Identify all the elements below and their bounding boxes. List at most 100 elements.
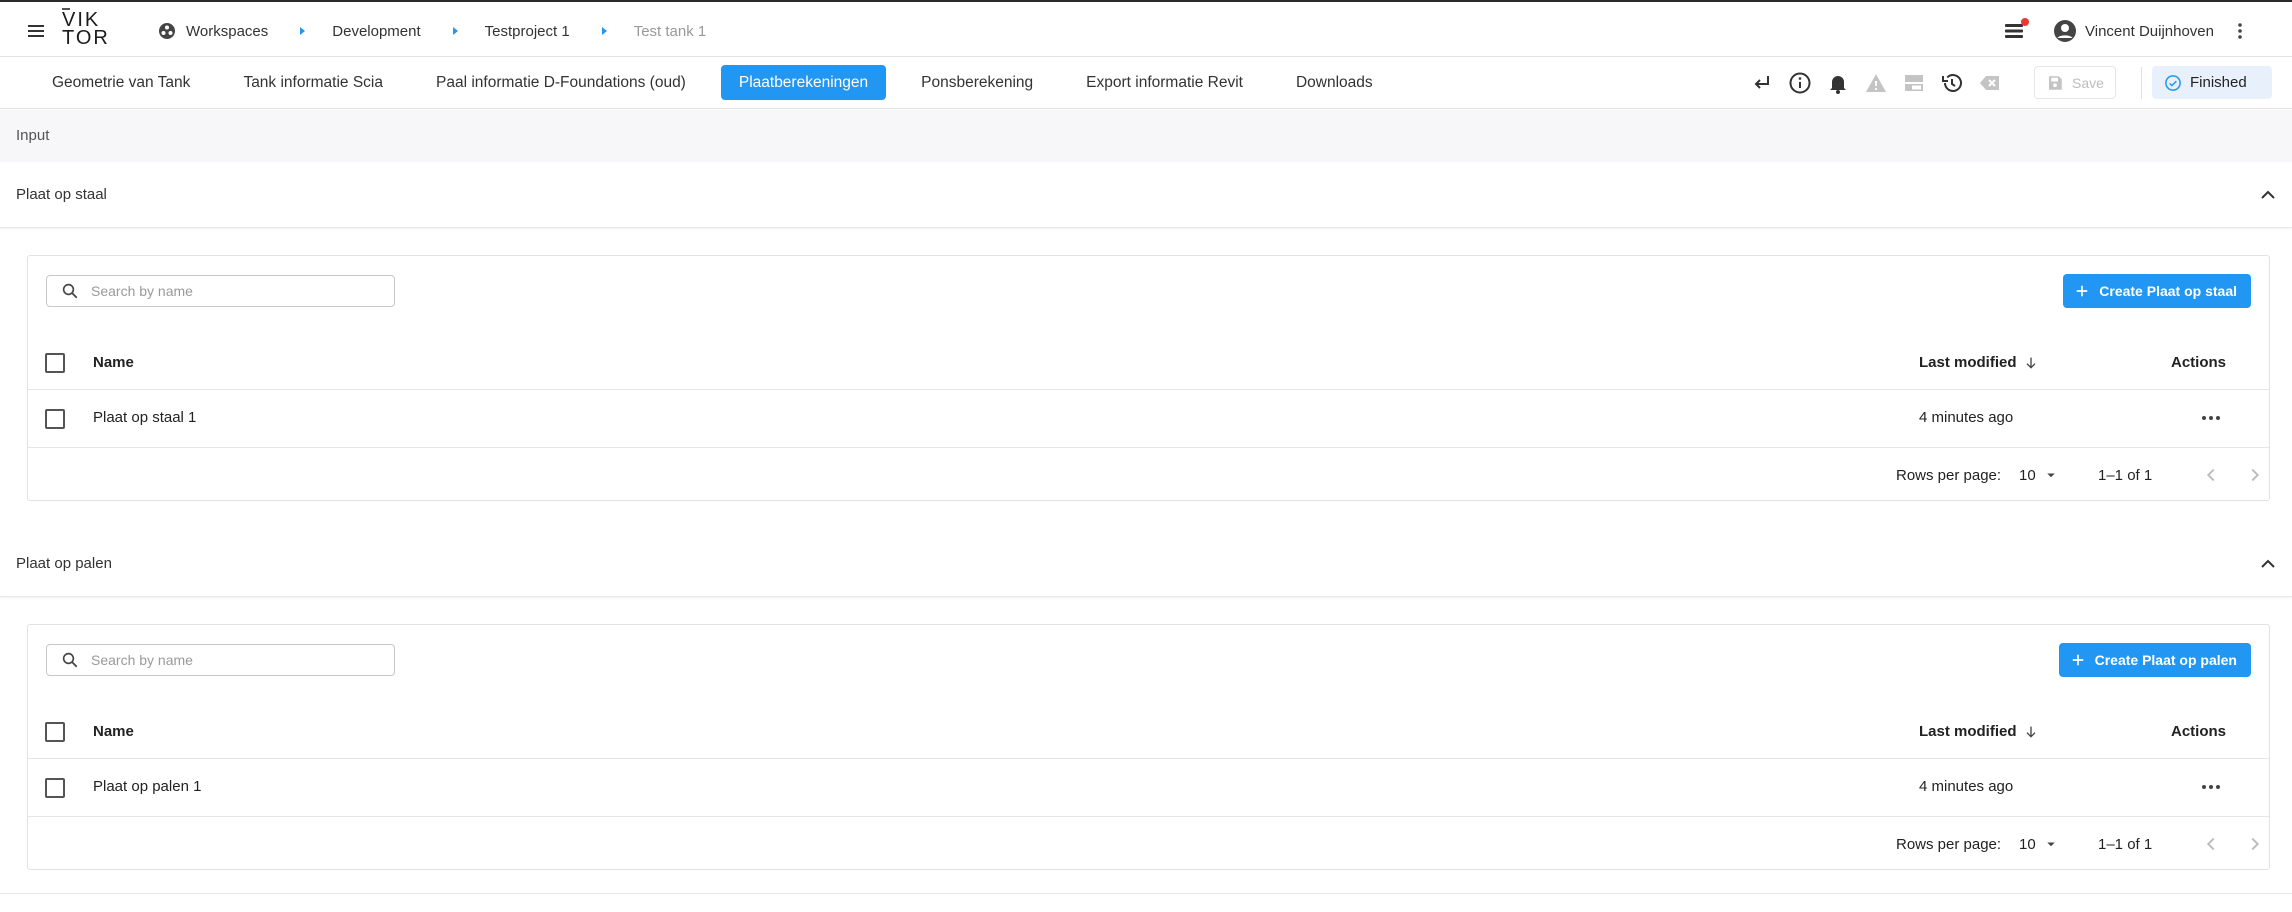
rows-per-page-value: 10	[2019, 835, 2036, 853]
tab-paal-informatie-d-foundations[interactable]: Paal informatie D-Foundations (oud)	[418, 65, 704, 100]
rows-per-page-label: Rows per page:	[1896, 467, 2002, 484]
tab-geometrie-van-tank[interactable]: Geometrie van Tank	[34, 65, 208, 100]
table-pagination: Rows per page: 10 1–1 of 1	[28, 448, 2269, 502]
rows-per-page-select[interactable]: 10	[2019, 833, 2060, 855]
status-badge[interactable]: Finished	[2152, 66, 2272, 99]
previous-page-icon[interactable]	[2198, 831, 2224, 857]
sort-arrow-down-icon	[2026, 357, 2035, 369]
tab-plaatberekeningen[interactable]: Plaatberekeningen	[720, 65, 887, 100]
row-name[interactable]: Plaat op palen 1	[93, 778, 201, 795]
row-name[interactable]: Plaat op staal 1	[93, 409, 196, 426]
split-view-icon	[1900, 69, 1928, 97]
breadcrumb-workspaces[interactable]: Workspaces	[158, 22, 268, 40]
breadcrumb-label: Workspaces	[186, 22, 269, 40]
top-right-area: Vincent Duijnhoven	[2001, 17, 2252, 45]
tab-list: Geometrie van Tank Tank informatie Scia …	[34, 65, 1408, 100]
logo-line-2: TOR	[62, 27, 110, 49]
create-plaat-op-staal-button[interactable]: Create Plaat op staal	[2063, 274, 2251, 308]
previous-page-icon[interactable]	[2198, 462, 2224, 488]
column-header-actions: Actions	[2171, 354, 2227, 371]
status-label: Finished	[2190, 74, 2247, 91]
table-pagination: Rows per page: 10 1–1 of 1	[28, 817, 2269, 871]
search-icon	[62, 652, 78, 668]
section-title: Plaat op staal	[16, 186, 107, 203]
breadcrumb-label: Development	[332, 22, 421, 40]
more-vert-icon[interactable]	[2228, 19, 2252, 43]
clear-icon	[1976, 69, 2004, 97]
search-icon	[62, 283, 78, 299]
section-title: Plaat op palen	[16, 555, 112, 572]
table-row[interactable]: Plaat op staal 1 4 minutes ago	[28, 390, 2269, 448]
user-menu[interactable]: Vincent Duijnhoven	[2053, 19, 2214, 43]
breadcrumb-testproject[interactable]: Testproject 1	[485, 23, 570, 40]
top-bar: VIK TOR Workspaces Development Testproje…	[0, 0, 2292, 57]
workspaces-icon	[159, 23, 175, 39]
table-header: Name Last modified Actions	[28, 707, 2269, 759]
tab-ponsberekening[interactable]: Ponsberekening	[903, 65, 1051, 100]
chevron-up-icon[interactable]	[2256, 552, 2280, 576]
section-header-plaat-op-staal[interactable]: Plaat op staal	[0, 162, 2292, 228]
section-header-plaat-op-palen[interactable]: Plaat op palen	[0, 531, 2292, 597]
user-name: Vincent Duijnhoven	[2085, 22, 2214, 40]
more-horiz-icon[interactable]	[2199, 775, 2223, 799]
row-checkbox[interactable]	[45, 778, 65, 798]
search-field[interactable]	[46, 644, 395, 676]
tab-tank-informatie-scia[interactable]: Tank informatie Scia	[225, 65, 401, 100]
rows-per-page-value: 10	[2019, 466, 2036, 484]
rows-per-page-label: Rows per page:	[1896, 836, 2002, 853]
next-page-icon[interactable]	[2242, 462, 2268, 488]
hamburger-menu-icon[interactable]	[24, 19, 48, 43]
more-horiz-icon[interactable]	[2199, 406, 2223, 430]
save-button[interactable]: Save	[2034, 66, 2116, 99]
pagination-range: 1–1 of 1	[2098, 836, 2153, 853]
entity-table-plaat-op-staal: Create Plaat op staal Name Last modified…	[27, 255, 2270, 501]
column-header-actions: Actions	[2171, 723, 2227, 740]
plus-icon	[2072, 654, 2083, 666]
job-list-button[interactable]	[2001, 18, 2030, 44]
column-header-label: Last modified	[1919, 723, 2017, 740]
sort-arrow-down-icon	[2026, 726, 2035, 738]
column-header-label: Last modified	[1919, 354, 2017, 371]
return-icon[interactable]	[1748, 69, 1776, 97]
row-last-modified: 4 minutes ago	[1919, 409, 2014, 426]
chevron-up-icon[interactable]	[2256, 183, 2280, 207]
plus-icon	[2077, 285, 2088, 297]
editor-tab-bar: Geometrie van Tank Tank informatie Scia …	[0, 57, 2292, 109]
history-icon[interactable]	[1938, 69, 1966, 97]
search-input[interactable]	[91, 652, 361, 668]
column-header-last-modified[interactable]: Last modified	[1919, 723, 2039, 740]
select-all-checkbox[interactable]	[45, 722, 65, 742]
entity-table-plaat-op-palen: Create Plaat op palen Name Last modified…	[27, 624, 2270, 870]
info-icon[interactable]	[1786, 69, 1814, 97]
table-row[interactable]: Plaat op palen 1 4 minutes ago	[28, 759, 2269, 817]
column-header-last-modified[interactable]: Last modified	[1919, 354, 2039, 371]
tab-export-informatie-revit[interactable]: Export informatie Revit	[1068, 65, 1261, 100]
column-header-name[interactable]: Name	[93, 723, 134, 740]
check-circle-icon	[2165, 74, 2181, 91]
dropdown-arrow-icon	[2046, 473, 2055, 478]
notification-dot	[2021, 18, 2030, 26]
account-icon	[2054, 20, 2077, 42]
next-page-icon[interactable]	[2242, 831, 2268, 857]
table-header: Name Last modified Actions	[28, 338, 2269, 390]
select-all-checkbox[interactable]	[45, 353, 65, 373]
create-button-label: Create Plaat op palen	[2094, 652, 2237, 668]
viktor-logo[interactable]: VIK TOR	[62, 8, 110, 50]
create-plaat-op-palen-button[interactable]: Create Plaat op palen	[2058, 643, 2251, 677]
breadcrumb-arrow-icon	[601, 27, 607, 35]
breadcrumb-current: Test tank 1	[634, 23, 707, 40]
create-button-label: Create Plaat op staal	[2099, 283, 2237, 299]
column-header-name[interactable]: Name	[93, 354, 134, 371]
bell-icon[interactable]	[1824, 69, 1852, 97]
tab-downloads[interactable]: Downloads	[1278, 65, 1391, 100]
input-header: Input	[0, 110, 2292, 162]
breadcrumb-arrow-icon	[300, 27, 306, 35]
warning-icon	[1862, 69, 1890, 97]
row-checkbox[interactable]	[45, 409, 65, 429]
search-field[interactable]	[46, 275, 395, 307]
save-label: Save	[2072, 74, 2104, 91]
search-input[interactable]	[91, 283, 361, 299]
breadcrumb-development[interactable]: Development	[332, 23, 420, 40]
rows-per-page-select[interactable]: 10	[2019, 464, 2060, 486]
row-last-modified: 4 minutes ago	[1919, 778, 2014, 795]
